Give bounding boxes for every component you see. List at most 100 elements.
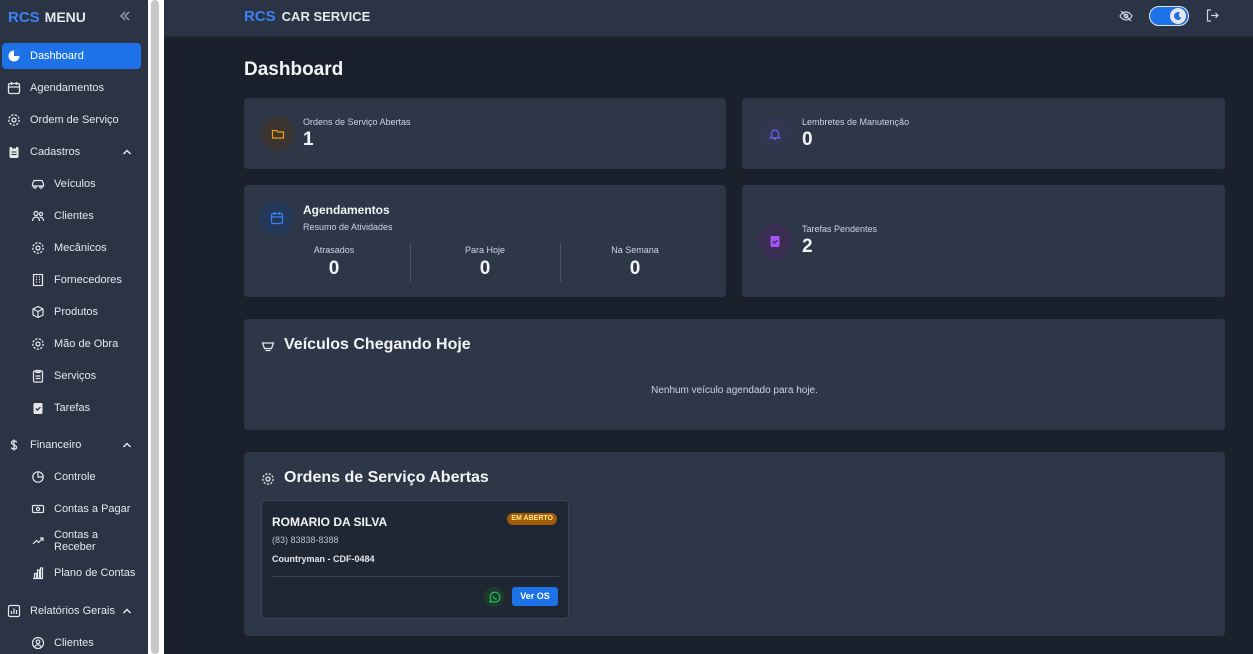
clipboard-check-icon <box>758 224 792 258</box>
sidebar-item-label: Controle <box>54 471 96 483</box>
stat-card-ordens-abertas[interactable]: Ordens de Serviço Abertas 1 <box>244 98 726 169</box>
sidebar-item-clientes[interactable]: Clientes <box>2 203 141 229</box>
stat-label: Tarefas Pendentes <box>802 224 878 234</box>
sidebar-item-label: Serviços <box>54 370 97 382</box>
user-circle-icon <box>31 636 45 650</box>
agendamentos-title: Agendamentos <box>303 203 390 217</box>
ver-os-button[interactable]: Ver OS <box>512 587 558 606</box>
gear-icon <box>7 113 21 127</box>
ordens-abertas-section: Ordens de Serviço Abertas ROMARIO DA SIL… <box>244 452 1225 636</box>
sidebar-item-label: Cadastros <box>30 146 81 158</box>
logout-icon[interactable] <box>1205 8 1220 23</box>
sidebar-item-label: Mecânicos <box>54 242 107 254</box>
chevron-up-icon <box>121 605 133 617</box>
stat-value: 0 <box>802 129 813 150</box>
sidebar-item-label: Fornecedores <box>54 274 122 286</box>
sidebar-item-label: Tarefas <box>54 402 91 414</box>
stat-value: 2 <box>802 236 813 257</box>
pie-chart-icon <box>31 470 45 484</box>
sidebar-menu-title: MENU <box>44 9 86 25</box>
agendamentos-col-atrasados: Atrasados 0 <box>259 245 409 280</box>
col-value: 0 <box>629 258 641 279</box>
box-icon <box>31 305 45 319</box>
calendar-icon <box>260 201 294 235</box>
sidebar-item-label: Veículos <box>54 178 96 190</box>
stat-label: Lembretes de Manutenção <box>802 117 910 127</box>
clipboard-check-icon <box>31 401 45 415</box>
sidebar-item-label: Relatórios Gerais <box>30 605 115 617</box>
sidebar-item-label: Plano de Contas <box>54 567 136 579</box>
brand-logo: RCS <box>244 8 276 25</box>
collapse-sidebar-icon[interactable] <box>118 9 132 23</box>
calendar-icon <box>7 81 21 95</box>
sidebar-item-contas-receber[interactable]: Contas a Receber <box>2 528 141 554</box>
agendamentos-col-semana: Na Semana 0 <box>560 245 710 280</box>
sidebar-item-produtos[interactable]: Produtos <box>2 299 141 325</box>
brand-name: CAR SERVICE <box>281 9 371 24</box>
col-value: 0 <box>479 258 491 279</box>
moon-icon <box>1170 8 1186 24</box>
clipboard-list-icon <box>31 369 45 383</box>
empty-message: Nenhum veículo agendado para hoje. <box>651 385 818 396</box>
sidebar-item-mao-de-obra[interactable]: Mão de Obra <box>2 331 141 357</box>
sidebar-item-servicos[interactable]: Serviços <box>2 363 141 389</box>
status-badge: EM ABERTO <box>507 513 557 525</box>
sidebar: RCS MENU Dashboard Agendamentos Ordem de… <box>0 0 148 654</box>
col-label: Para Hoje <box>464 245 506 255</box>
stat-value: 1 <box>303 129 314 150</box>
sidebar-item-label: Contas a Receber <box>54 529 99 553</box>
sidebar-item-tarefas[interactable]: Tarefas <box>2 395 141 421</box>
sidebar-item-cadastros[interactable]: Cadastros <box>2 139 141 165</box>
stat-card-tarefas[interactable]: Tarefas Pendentes 2 <box>742 185 1225 297</box>
theme-toggle[interactable] <box>1149 6 1189 26</box>
topbar: RCS CAR SERVICE <box>164 0 1253 37</box>
users-icon <box>31 209 45 223</box>
client-name: ROMARIO DA SILVA <box>272 515 388 529</box>
sidebar-item-plano-contas[interactable]: Plano de Contas <box>2 560 141 586</box>
building-icon <box>31 273 45 287</box>
sidebar-scrollbar[interactable] <box>148 0 164 654</box>
trending-up-icon <box>31 534 45 548</box>
sidebar-item-agendamentos[interactable]: Agendamentos <box>2 75 141 101</box>
agendamentos-card[interactable]: Agendamentos Resumo de Atividades Atrasa… <box>244 185 726 297</box>
vehicle-info: Countryman - CDF-0484 <box>272 554 375 564</box>
sidebar-item-mecanicos[interactable]: Mecânicos <box>2 235 141 261</box>
brand: RCS CAR SERVICE <box>244 8 370 25</box>
clipboard-icon <box>7 145 21 159</box>
sidebar-item-label: Mão de Obra <box>54 338 119 350</box>
sidebar-item-controle[interactable]: Controle <box>2 464 141 490</box>
sidebar-item-label: Clientes <box>54 210 94 222</box>
stat-card-lembretes[interactable]: Lembretes de Manutenção 0 <box>742 98 1225 169</box>
agendamentos-subtitle: Resumo de Atividades <box>303 222 393 232</box>
divider <box>272 576 559 577</box>
scrollbar-thumb[interactable] <box>151 0 159 654</box>
sidebar-item-financeiro[interactable]: Financeiro <box>2 432 141 458</box>
gear-icon <box>31 337 45 351</box>
section-title: Ordens de Serviço Abertas <box>284 469 489 486</box>
bar-chart-icon <box>31 566 45 580</box>
whatsapp-icon[interactable] <box>484 587 504 607</box>
inbox-icon <box>261 339 275 353</box>
client-phone: (83) 83838-8388 <box>272 535 339 545</box>
sidebar-item-ordem-servico[interactable]: Ordem de Serviço <box>2 107 141 133</box>
col-value: 0 <box>328 258 340 279</box>
sidebar-item-fornecedores[interactable]: Fornecedores <box>2 267 141 293</box>
report-icon <box>7 604 21 618</box>
sidebar-item-dashboard[interactable]: Dashboard <box>2 43 141 69</box>
stat-label: Ordens de Serviço Abertas <box>303 117 411 127</box>
sidebar-item-veiculos[interactable]: Veículos <box>2 171 141 197</box>
sidebar-item-contas-pagar[interactable]: Contas a Pagar <box>2 496 141 522</box>
ordem-card[interactable]: ROMARIO DA SILVA EM ABERTO (83) 83838-83… <box>261 500 569 619</box>
chevron-up-icon <box>121 146 133 158</box>
sidebar-item-relatorio-clientes[interactable]: Clientes <box>2 630 141 654</box>
gear-icon <box>31 241 45 255</box>
sidebar-item-label: Agendamentos <box>30 82 104 94</box>
sidebar-item-label: Contas a Pagar <box>54 503 131 515</box>
col-label: Na Semana <box>611 245 659 255</box>
car-icon <box>31 177 45 191</box>
eye-off-icon[interactable] <box>1119 9 1133 23</box>
dollar-icon <box>7 438 21 452</box>
sidebar-item-label: Clientes <box>54 637 94 649</box>
col-label: Atrasados <box>313 245 355 255</box>
sidebar-item-relatorios[interactable]: Relatórios Gerais <box>2 598 141 624</box>
